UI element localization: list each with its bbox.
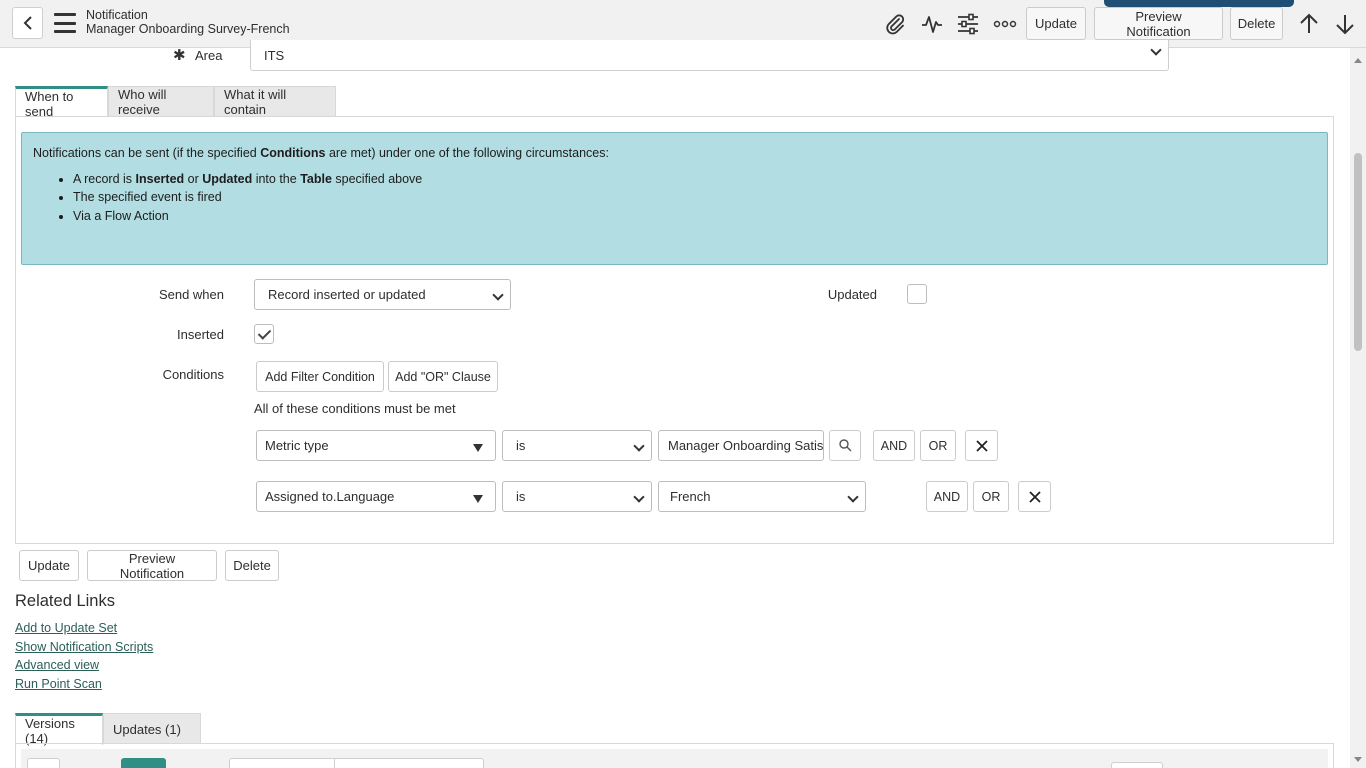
area-field: ✱ Area ITS: [0, 40, 1350, 72]
activity-icon[interactable]: [920, 12, 944, 36]
scroll-down-icon[interactable]: [1354, 757, 1362, 762]
pagination-control[interactable]: [1111, 762, 1163, 768]
close-icon: [975, 439, 988, 452]
record-name: Manager Onboarding Survey-French: [86, 22, 290, 36]
info-item: Via a Flow Action: [73, 207, 1316, 226]
info-item: The specified event is fired: [73, 188, 1316, 207]
tab-versions[interactable]: Versions (14): [15, 713, 103, 746]
info-list: A record is Inserted or Updated into the…: [73, 170, 1316, 226]
link-run-point-scan[interactable]: Run Point Scan: [15, 677, 102, 691]
send-when-label: Send when: [158, 287, 224, 302]
and-button[interactable]: AND: [926, 481, 968, 512]
area-label: Area: [195, 48, 223, 63]
conditions-label: Conditions: [162, 367, 224, 382]
preview-notification-button[interactable]: Preview Notification: [1094, 7, 1223, 40]
updated-checkbox[interactable]: [907, 284, 927, 304]
preview-notification-button[interactable]: Preview Notification: [87, 550, 217, 581]
and-button[interactable]: AND: [873, 430, 915, 461]
chevron-down-icon: [633, 440, 645, 452]
chevron-down-icon: [1150, 44, 1162, 56]
new-button[interactable]: [121, 758, 166, 768]
condition-operator-select[interactable]: is: [502, 430, 652, 461]
send-when-select[interactable]: Record inserted or updated: [254, 279, 511, 310]
chevron-down-icon: [847, 491, 859, 503]
settings-icon[interactable]: [956, 12, 980, 36]
dropdown-icon: [473, 495, 483, 503]
link-advanced-view[interactable]: Advanced view: [15, 658, 99, 672]
close-icon: [1028, 490, 1041, 503]
form-title: Notification Manager Onboarding Survey-F…: [86, 8, 290, 36]
condition-field-select[interactable]: Metric type: [256, 430, 496, 461]
arrow-up-icon[interactable]: [1297, 12, 1321, 36]
tab-when-to-send[interactable]: When to send: [15, 86, 108, 119]
delete-button[interactable]: Delete: [1230, 7, 1283, 40]
tab-what-it-will-contain[interactable]: What it will contain: [214, 86, 336, 117]
remove-condition-button[interactable]: [1018, 481, 1051, 512]
menu-icon[interactable]: [54, 13, 76, 33]
tab-updates[interactable]: Updates (1): [103, 713, 201, 744]
tab-who-will-receive[interactable]: Who will receive: [108, 86, 214, 117]
dropdown-icon: [473, 444, 483, 452]
link-add-to-update-set[interactable]: Add to Update Set: [15, 621, 117, 635]
vertical-scrollbar[interactable]: [1350, 48, 1366, 768]
chevron-down-icon: [492, 289, 504, 301]
area-select[interactable]: ITS: [250, 40, 1169, 71]
condition-value-input[interactable]: Manager Onboarding Satisf: [658, 430, 824, 461]
list-menu-button[interactable]: [27, 758, 60, 768]
delete-button[interactable]: Delete: [225, 550, 279, 581]
top-banner-strip: [1104, 0, 1294, 7]
chevron-down-icon: [633, 491, 645, 503]
add-or-clause-button[interactable]: Add "OR" Clause: [388, 361, 498, 392]
area-value: ITS: [264, 48, 285, 63]
info-item: A record is Inserted or Updated into the…: [73, 170, 1316, 189]
condition-field-select[interactable]: Assigned to.Language: [256, 481, 496, 512]
condition-operator-select[interactable]: is: [502, 481, 652, 512]
search-field[interactable]: [229, 758, 484, 768]
update-button[interactable]: Update: [19, 550, 79, 581]
link-show-notification-scripts[interactable]: Show Notification Scripts: [15, 640, 153, 654]
back-icon: [23, 16, 32, 30]
or-button[interactable]: OR: [920, 430, 956, 461]
arrow-down-icon[interactable]: [1333, 12, 1357, 36]
lookup-button[interactable]: [829, 430, 861, 461]
info-intro: Notifications can be sent (if the specif…: [33, 146, 609, 160]
back-button[interactable]: [12, 7, 43, 39]
all-conditions-text: All of these conditions must be met: [254, 401, 456, 416]
scroll-up-icon[interactable]: [1354, 58, 1362, 63]
condition-value-select[interactable]: French: [658, 481, 866, 512]
related-links-title: Related Links: [15, 592, 115, 610]
inserted-label: Inserted: [177, 327, 224, 342]
or-button[interactable]: OR: [973, 481, 1009, 512]
scroll-thumb[interactable]: [1354, 153, 1362, 351]
add-filter-condition-button[interactable]: Add Filter Condition: [256, 361, 384, 392]
mandatory-icon: ✱: [173, 47, 186, 64]
info-message: Notifications can be sent (if the specif…: [21, 132, 1328, 265]
inserted-checkbox[interactable]: [254, 324, 274, 344]
attachment-icon[interactable]: [883, 12, 907, 36]
updated-label: Updated: [827, 287, 877, 302]
record-type: Notification: [86, 8, 148, 22]
update-button[interactable]: Update: [1026, 7, 1086, 40]
search-icon: [838, 439, 851, 452]
remove-condition-button[interactable]: [965, 430, 998, 461]
more-icon[interactable]: [993, 12, 1017, 36]
